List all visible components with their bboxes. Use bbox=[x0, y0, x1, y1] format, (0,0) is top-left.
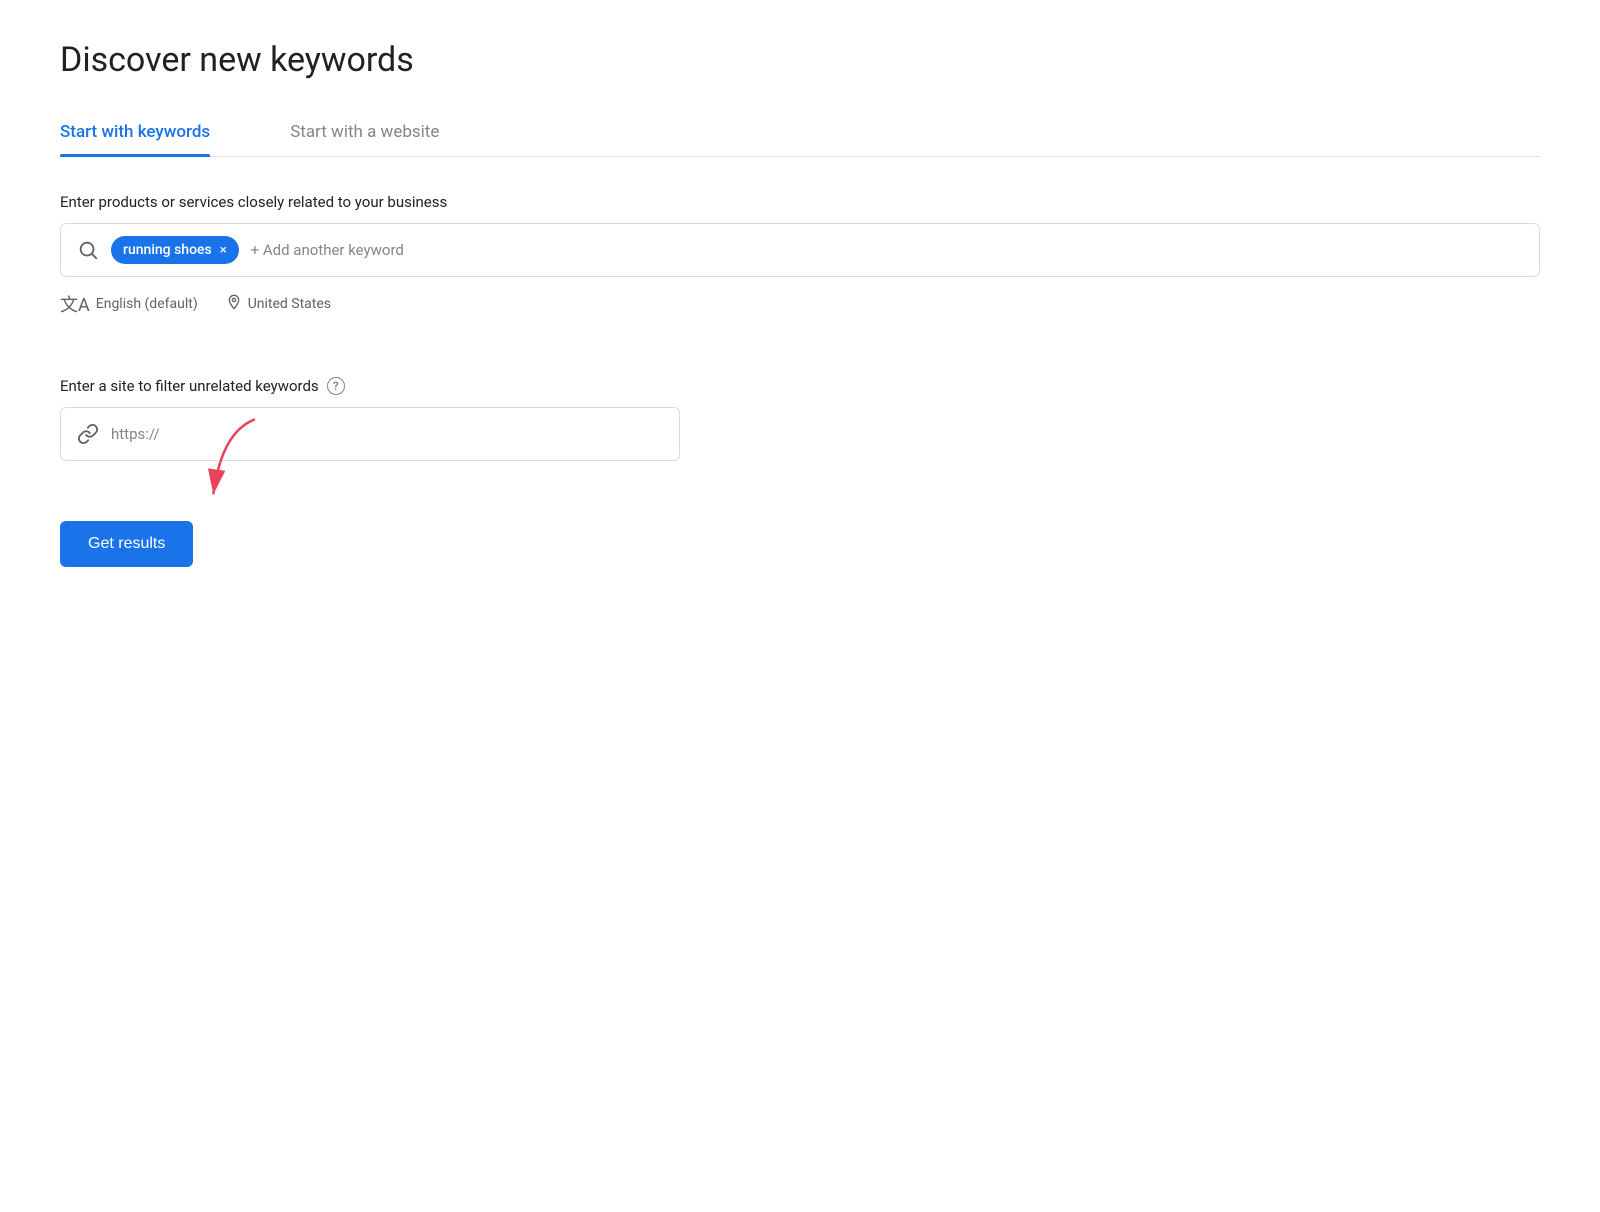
url-placeholder: https:// bbox=[111, 425, 160, 443]
keyword-chip-running-shoes[interactable]: running shoes × bbox=[111, 236, 239, 264]
link-icon bbox=[77, 423, 99, 445]
chip-text: running shoes bbox=[123, 242, 212, 258]
search-icon bbox=[77, 239, 99, 261]
tab-keywords[interactable]: Start with keywords bbox=[60, 108, 210, 156]
site-section: Enter a site to filter unrelated keyword… bbox=[60, 377, 1540, 461]
site-section-label-row: Enter a site to filter unrelated keyword… bbox=[60, 377, 1540, 395]
tabs-container: Start with keywords Start with a website bbox=[60, 108, 1540, 157]
language-selector[interactable]: 文A English (default) bbox=[60, 291, 198, 317]
keyword-section-label: Enter products or services closely relat… bbox=[60, 193, 1540, 211]
location-icon bbox=[226, 294, 242, 314]
help-icon[interactable]: ? bbox=[327, 377, 345, 395]
site-section-label: Enter a site to filter unrelated keyword… bbox=[60, 377, 319, 395]
get-results-wrapper: Get results bbox=[60, 521, 193, 567]
keyword-section: Enter products or services closely relat… bbox=[60, 193, 1540, 317]
keyword-input-box[interactable]: running shoes × + Add another keyword bbox=[60, 223, 1540, 277]
location-label: United States bbox=[248, 296, 331, 312]
meta-row: 文A English (default) United States bbox=[60, 291, 1540, 317]
location-selector[interactable]: United States bbox=[226, 294, 331, 314]
get-results-button[interactable]: Get results bbox=[60, 521, 193, 567]
url-input-box[interactable]: https:// bbox=[60, 407, 680, 461]
chip-close-button[interactable]: × bbox=[220, 243, 227, 258]
translate-icon: 文A bbox=[60, 291, 90, 317]
language-label: English (default) bbox=[96, 296, 198, 312]
add-keyword-placeholder[interactable]: + Add another keyword bbox=[251, 241, 404, 259]
tab-website[interactable]: Start with a website bbox=[290, 108, 439, 156]
page-title: Discover new keywords bbox=[60, 40, 1540, 80]
